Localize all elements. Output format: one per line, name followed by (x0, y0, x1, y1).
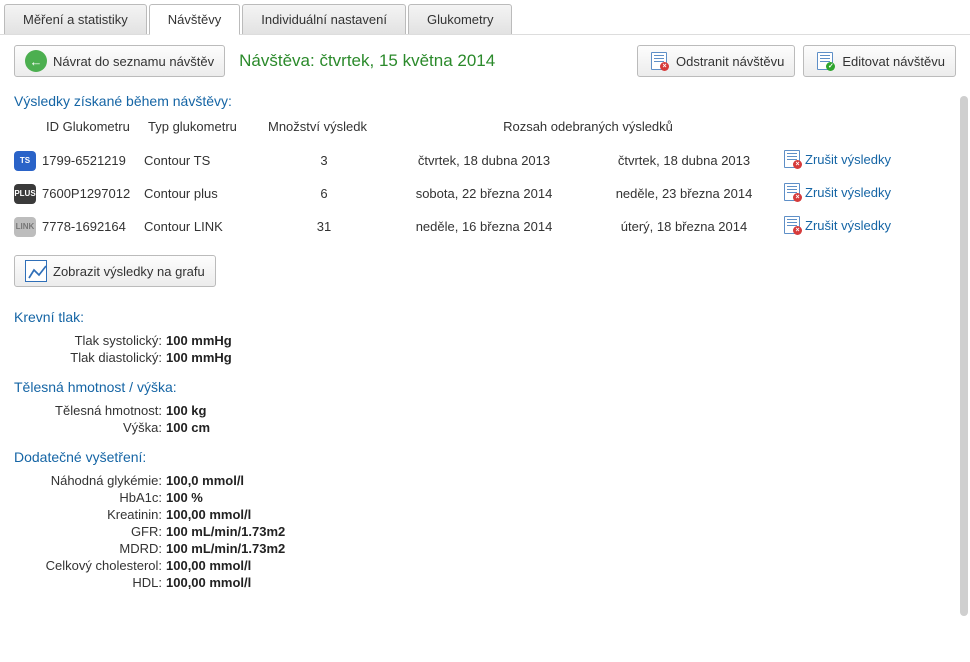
tab-individual-settings[interactable]: Individuální nastavení (242, 4, 406, 35)
chart-button-label: Zobrazit výsledky na grafu (53, 264, 205, 279)
height-value: 100 cm (166, 420, 952, 435)
mdrd-value: 100 mL/min/1.73m2 (166, 541, 952, 556)
back-button-label: Návrat do seznamu návštěv (53, 54, 214, 69)
results-row: TS1799-6521219Contour TS3čtvrtek, 18 dub… (14, 144, 952, 177)
cancel-sheet-icon: × (784, 183, 800, 201)
result-count: 3 (264, 153, 384, 168)
section-bp-title: Krevní tlak: (14, 309, 952, 325)
back-to-visits-button[interactable]: ← Návrat do seznamu návštěv (14, 45, 225, 77)
hba1c-value: 100 % (166, 490, 952, 505)
section-results-title: Výsledky získané během návštěvy: (14, 93, 952, 109)
hdl-value: 100,00 mmol/l (166, 575, 952, 590)
visit-toolbar: ← Návrat do seznamu návštěv Návštěva: čt… (0, 34, 970, 85)
chol-label: Celkový cholesterol: (20, 558, 162, 573)
edit-button-label: Editovat návštěvu (842, 54, 945, 69)
mdrd-label: MDRD: (20, 541, 162, 556)
edit-sheet-icon: ✓ (814, 50, 836, 72)
cancel-results-label: Zrušit výsledky (805, 185, 891, 200)
col-range: Rozsah odebraných výsledků (388, 119, 788, 134)
cancel-results-link[interactable]: × Zrušit výsledky (784, 216, 891, 234)
result-count: 6 (264, 186, 384, 201)
visit-title: Návštěva: čtvrtek, 15 května 2014 (239, 51, 495, 71)
gfr-value: 100 mL/min/1.73m2 (166, 524, 952, 539)
meter-badge-icon: TS (14, 151, 42, 171)
tab-bar: Měření a statistiky Návštěvy Individuáln… (0, 0, 970, 35)
delete-sheet-icon: × (648, 50, 670, 72)
section-weight-title: Tělesná hmotnost / výška: (14, 379, 952, 395)
hdl-label: HDL: (20, 575, 162, 590)
creatinine-value: 100,00 mmol/l (166, 507, 952, 522)
meter-id: 1799-6521219 (42, 153, 144, 168)
delete-visit-button[interactable]: × Odstranit návštěvu (637, 45, 795, 77)
cancel-results-label: Zrušit výsledky (805, 152, 891, 167)
col-count: Množství výsledk (268, 119, 388, 134)
meter-type: Contour LINK (144, 219, 264, 234)
visit-content: Výsledky získané během návštěvy: ID Gluk… (0, 85, 966, 657)
cancel-sheet-icon: × (784, 150, 800, 168)
delete-button-label: Odstranit návštěvu (676, 54, 784, 69)
hba1c-label: HbA1c: (20, 490, 162, 505)
weight-label: Tělesná hmotnost: (20, 403, 162, 418)
result-to: neděle, 23 března 2014 (584, 186, 784, 201)
results-row: PLUS7600P1297012Contour plus6sobota, 22 … (14, 177, 952, 210)
glycemia-label: Náhodná glykémie: (20, 473, 162, 488)
result-from: neděle, 16 března 2014 (384, 219, 584, 234)
meter-id: 7778-1692164 (42, 219, 144, 234)
bp-dia-value: 100 mmHg (166, 350, 952, 365)
show-on-chart-button[interactable]: Zobrazit výsledky na grafu (14, 255, 216, 287)
back-arrow-icon: ← (25, 50, 47, 72)
tab-glucometers[interactable]: Glukometry (408, 4, 512, 35)
edit-visit-button[interactable]: ✓ Editovat návštěvu (803, 45, 956, 77)
meter-type: Contour TS (144, 153, 264, 168)
tab-visits[interactable]: Návštěvy (149, 4, 240, 35)
results-headers: ID Glukometru Typ glukometru Množství vý… (14, 117, 952, 144)
col-type: Typ glukometru (148, 119, 268, 134)
bp-sys-label: Tlak systolický: (20, 333, 162, 348)
section-extra-title: Dodatečné vyšetření: (14, 449, 952, 465)
meter-id: 7600P1297012 (42, 186, 144, 201)
meter-badge-icon: LINK (14, 217, 42, 237)
result-from: čtvrtek, 18 dubna 2013 (384, 153, 584, 168)
cancel-results-label: Zrušit výsledky (805, 218, 891, 233)
glycemia-value: 100,0 mmol/l (166, 473, 952, 488)
cancel-results-link[interactable]: × Zrušit výsledky (784, 150, 891, 168)
creatinine-label: Kreatinin: (20, 507, 162, 522)
gfr-label: GFR: (20, 524, 162, 539)
meter-type: Contour plus (144, 186, 264, 201)
weight-value: 100 kg (166, 403, 952, 418)
result-from: sobota, 22 března 2014 (384, 186, 584, 201)
bp-dia-label: Tlak diastolický: (20, 350, 162, 365)
col-id: ID Glukometru (18, 119, 148, 134)
bp-sys-value: 100 mmHg (166, 333, 952, 348)
result-count: 31 (264, 219, 384, 234)
cancel-results-link[interactable]: × Zrušit výsledky (784, 183, 891, 201)
tab-measurements[interactable]: Měření a statistiky (4, 4, 147, 35)
cancel-sheet-icon: × (784, 216, 800, 234)
result-to: čtvrtek, 18 dubna 2013 (584, 153, 784, 168)
result-to: úterý, 18 března 2014 (584, 219, 784, 234)
height-label: Výška: (20, 420, 162, 435)
chol-value: 100,00 mmol/l (166, 558, 952, 573)
meter-badge-icon: PLUS (14, 184, 42, 204)
chart-icon (25, 260, 47, 282)
results-row: LINK7778-1692164Contour LINK31neděle, 16… (14, 210, 952, 243)
scrollbar-thumb[interactable] (960, 96, 968, 616)
